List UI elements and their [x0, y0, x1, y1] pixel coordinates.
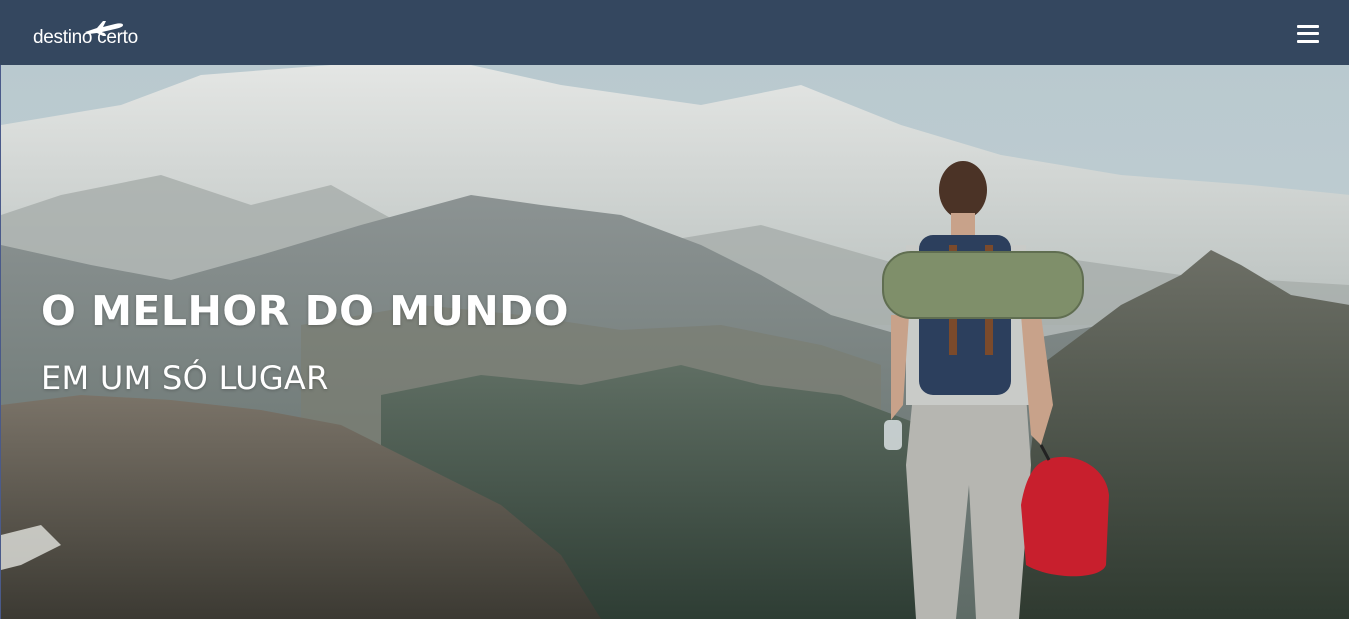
hero-section: O MELHOR DO MUNDO EM UM SÓ LUGAR — [0, 65, 1349, 619]
menu-bar — [1297, 32, 1319, 35]
hero-background-image — [1, 65, 1349, 619]
menu-bar — [1297, 24, 1319, 28]
logo-link[interactable]: destino certo — [33, 13, 138, 53]
airplane-icon — [85, 20, 123, 36]
top-navbar: destino certo — [0, 0, 1349, 65]
hero-headline: O MELHOR DO MUNDO — [41, 287, 570, 335]
hamburger-menu-icon[interactable] — [1297, 24, 1319, 43]
hero-subheadline: EM UM SÓ LUGAR — [41, 359, 329, 397]
menu-bar — [1297, 39, 1319, 43]
